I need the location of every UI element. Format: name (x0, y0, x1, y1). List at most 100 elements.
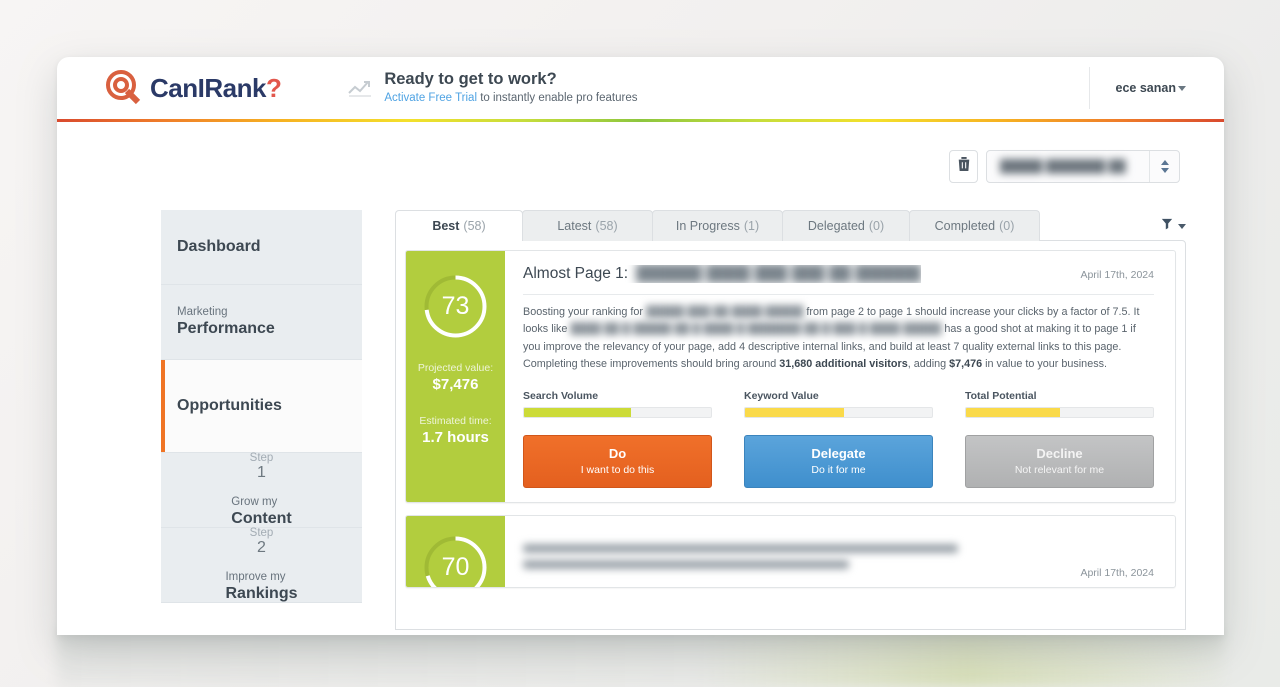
estimated-time-label: Estimated time: (419, 415, 492, 427)
desc-visitors-metric: 31,680 additional visitors (779, 358, 908, 371)
metric-total-potential: Total Potential (965, 390, 1154, 418)
magnifier-logo-icon (105, 69, 143, 107)
tab-delegated[interactable]: Delegated (0) (782, 210, 910, 241)
opportunity-description: Boosting your ranking for █████ ███ ██ █… (523, 295, 1154, 374)
body-area: Dashboard Marketing Performance Opportun… (57, 210, 1224, 630)
sidebar-step-number: 2 (257, 539, 266, 556)
opportunity-title: Almost Page 1: ██████ ████ ███ ███ ██ ██… (523, 265, 921, 283)
metric-bars: Search Volume Keyword Value Total Potent… (523, 390, 1154, 418)
opportunity-card[interactable]: 70 April 17th, 2024 (405, 514, 1176, 588)
opportunity-score-pane: 70 (406, 515, 505, 587)
sidebar-step-number: 1 (257, 464, 266, 481)
metric-label: Keyword Value (744, 389, 819, 402)
tab-label: Latest (557, 219, 592, 233)
estimated-time-value: 1.7 hours (422, 429, 489, 446)
opportunity-score-pane: 73 Projected value: $7,476 Estimated tim… (406, 251, 505, 502)
tab-in-progress[interactable]: In Progress (1) (652, 210, 783, 241)
tab-completed[interactable]: Completed (0) (909, 210, 1040, 241)
sidebar-item-kicker: Improve my (225, 571, 286, 583)
sidebar-item-label: Performance (177, 320, 275, 337)
desc-part-5: in value to your business. (982, 358, 1107, 371)
sidebar-item-opportunities[interactable]: Opportunities (161, 360, 362, 453)
metric-bar-fill (966, 407, 1060, 417)
desc-value-metric: $7,476 (949, 358, 983, 371)
tab-count: (0) (868, 219, 885, 233)
projected-value: $7,476 (432, 376, 479, 393)
metric-search-volume: Search Volume (523, 390, 712, 418)
sidebar-item-dashboard[interactable]: Dashboard (161, 210, 362, 285)
window-reflection (57, 630, 1224, 687)
metric-keyword-value: Keyword Value (744, 390, 933, 418)
site-select[interactable]: █████ ███████ ██ (986, 149, 1180, 183)
promo-subtitle: Activate Free Trial to instantly enable … (384, 90, 637, 107)
opportunity-card[interactable]: 73 Projected value: $7,476 Estimated tim… (405, 250, 1176, 503)
opportunities-panel: 73 Projected value: $7,476 Estimated tim… (395, 240, 1186, 630)
delegate-button-subtitle: Do it for me (811, 463, 866, 476)
tab-count: (0) (999, 219, 1015, 233)
opportunity-title-redacted-line (523, 543, 958, 553)
decline-button-title: Decline (1036, 445, 1083, 461)
sidebar-step-indicator: Step 2 (240, 527, 284, 571)
funnel-filter-icon (1161, 217, 1173, 235)
opportunity-actions: Do I want to do this Delegate Do it for … (523, 434, 1154, 502)
sidebar-step-body: Improve my Rankings (225, 571, 297, 603)
promo-title: Ready to get to work? (384, 69, 557, 88)
user-menu[interactable]: ece sanan (1116, 81, 1186, 95)
desc-part-1: Boosting your ranking for (523, 306, 647, 318)
opportunity-date: April 17th, 2024 (1080, 566, 1154, 579)
metric-bar-track (744, 406, 933, 418)
sidebar-item-kicker: Marketing (177, 306, 228, 318)
activate-free-trial-link[interactable]: Activate Free Trial (384, 92, 477, 104)
metric-bar-fill (524, 407, 631, 417)
sidebar-item-content[interactable]: Step 1 Grow my Content (161, 452, 362, 528)
sidebar-step-word: Step (249, 452, 274, 464)
decline-button[interactable]: Decline Not relevant for me (965, 434, 1154, 488)
promo-subtitle-rest: to instantly enable pro features (477, 92, 638, 105)
desc-part-4: , adding (907, 358, 950, 371)
sidebar-step-word: Step (249, 527, 274, 539)
opportunity-score-value: 73 (441, 292, 470, 320)
sidebar: Dashboard Marketing Performance Opportun… (161, 210, 362, 630)
metric-label: Total Potential (965, 389, 1037, 402)
do-button-subtitle: I want to do this (580, 463, 655, 476)
chevron-down-icon (1178, 223, 1186, 229)
opportunity-score-donut: 70 (422, 534, 489, 587)
desc-redacted-2: ████ ██ █ █████ ██ █ ████ █ ███████ ██ █… (570, 323, 942, 336)
sidebar-item-rankings[interactable]: Step 2 Improve my Rankings (161, 527, 362, 603)
opportunity-score-value: 70 (441, 552, 470, 581)
sidebar-item-performance[interactable]: Marketing Performance (161, 285, 362, 360)
opportunity-score-donut: 73 (422, 273, 489, 340)
sidebar-item-label: Opportunities (177, 397, 282, 414)
tab-label: Completed (934, 219, 996, 233)
do-button-title: Do (608, 445, 627, 461)
opportunity-title-keyword: ██████ ████ ███ ███ ██ ██████ (636, 265, 922, 282)
brand-logo[interactable]: CanIRank? (105, 69, 282, 107)
metric-bar-track (965, 406, 1154, 418)
tab-best[interactable]: Best (58) (395, 210, 523, 241)
tab-count: (58) (463, 219, 486, 233)
opportunity-card-body: April 17th, 2024 (505, 516, 1175, 587)
opportunity-card-header: Almost Page 1: ██████ ████ ███ ███ ██ ██… (523, 265, 1154, 295)
trend-chart-icon (347, 78, 373, 98)
opportunity-title (523, 530, 1066, 576)
delete-button[interactable] (949, 149, 978, 183)
header-divider (1088, 67, 1090, 109)
tab-label: In Progress (675, 219, 740, 233)
brand-logo-text: CanIRank? (150, 72, 282, 103)
tab-label: Best (432, 219, 460, 233)
chevron-down-icon (1178, 85, 1186, 91)
desc-redacted-1: █████ ███ ██ ████ █████ (646, 306, 804, 318)
delegate-button-title: Delegate (811, 445, 866, 461)
metric-bar-fill (745, 407, 845, 417)
sidebar-item-label: Rankings (225, 585, 298, 602)
filter-control[interactable] (1161, 217, 1186, 241)
site-select-value: █████ ███████ ██ (1000, 159, 1126, 173)
trash-icon (957, 156, 971, 177)
opportunity-title-redacted-line (523, 559, 850, 569)
do-button[interactable]: Do I want to do this (523, 434, 712, 488)
delegate-button[interactable]: Delegate Do it for me (744, 434, 933, 488)
main-panel: Best (58) Latest (58) In Progress (1) Deleg… (362, 210, 1186, 630)
sidebar-item-label: Dashboard (177, 238, 261, 255)
tab-latest[interactable]: Latest (58) (522, 210, 653, 241)
opportunity-card-body: Almost Page 1: ██████ ████ ███ ███ ██ ██… (505, 251, 1175, 502)
